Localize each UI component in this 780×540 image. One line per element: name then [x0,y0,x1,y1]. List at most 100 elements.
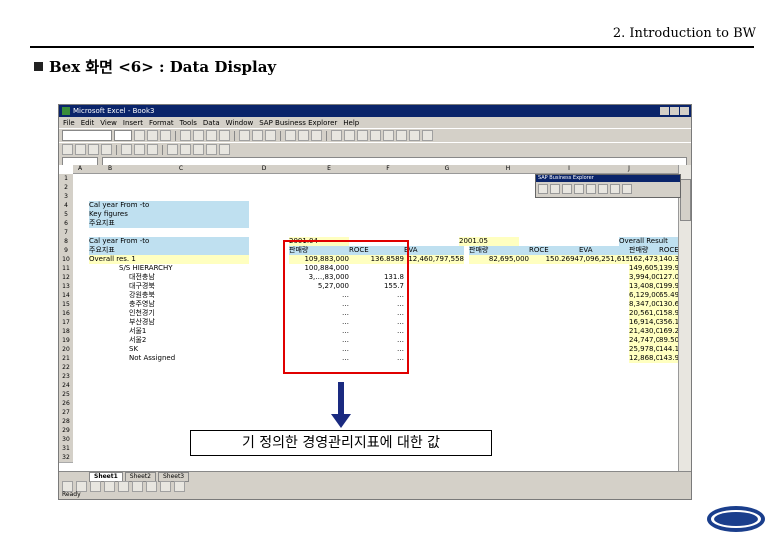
value-cell[interactable]: 7,096,251,615 [579,255,629,264]
autosum-icon[interactable] [193,144,204,155]
align-right-icon[interactable] [206,130,217,141]
column-header[interactable]: D [229,165,300,174]
column-header[interactable]: C [133,165,230,174]
column-header[interactable]: B [87,165,134,174]
column-header[interactable]: F [359,165,418,174]
chart-icon[interactable] [219,144,230,155]
borders-icon[interactable] [285,130,296,141]
column-header[interactable]: G [417,165,478,174]
column-header[interactable]: E [299,165,360,174]
bex-layout-icon[interactable] [383,130,394,141]
header-cell[interactable]: EVA [579,246,629,255]
header-cell[interactable]: Cal year From -to [89,237,249,246]
menu-window[interactable]: Window [226,119,254,127]
align-center-icon[interactable] [193,130,204,141]
value-cell[interactable]: 158.96 [659,309,679,318]
value-cell[interactable]: 24,747,000 [629,336,659,345]
value-cell[interactable]: 127.09 [659,273,679,282]
value-cell[interactable]: 130.64 [659,300,679,309]
value-cell[interactable]: 162,473,000 [629,255,659,264]
menu-sap-bex[interactable]: SAP Business Explorer [259,119,337,127]
row-label[interactable]: 서울2 [129,336,249,345]
minimize-icon[interactable] [660,107,669,115]
header-cell[interactable]: Overall Result [619,237,679,246]
percent-icon[interactable] [252,130,263,141]
bex-tools-query-icon[interactable] [598,184,608,194]
sort-icon[interactable] [206,144,217,155]
value-cell[interactable]: 21,430,000 [629,327,659,336]
menu-view[interactable]: View [100,119,117,127]
bex-toolbar-panel[interactable]: SAP Business Explorer [535,174,681,198]
header-cell[interactable]: EVA [404,246,464,255]
print-icon[interactable] [101,144,112,155]
value-cell[interactable]: 169.27 [659,327,679,336]
column-header[interactable]: J [599,165,660,174]
font-combo[interactable] [62,130,112,141]
row-label[interactable]: Not Assigned [129,354,249,363]
row-label[interactable]: 충주영남 [129,300,249,309]
header-cell[interactable]: 2001.05 [459,237,519,246]
bex-open-icon[interactable] [331,130,342,141]
italic-icon[interactable] [147,130,158,141]
header-cell[interactable]: ROCE [659,246,679,255]
font-size-combo[interactable] [114,130,132,141]
menu-edit[interactable]: Edit [81,119,95,127]
row-label[interactable]: 대구경북 [129,282,249,291]
header-cell[interactable]: 주요지표 [89,246,249,255]
bex-layout-query-icon[interactable] [586,184,596,194]
value-cell[interactable]: 149,605,000 [629,264,659,273]
header-cell[interactable]: 판매량 [629,246,659,255]
restore-icon[interactable] [670,107,679,115]
value-cell[interactable]: 356.19 [659,318,679,327]
value-cell[interactable]: 143.96 [659,354,679,363]
align-left-icon[interactable] [180,130,191,141]
excel-titlebar[interactable]: Microsoft Excel - Book3 [59,105,691,117]
filter-cell[interactable]: 주요지표 [89,219,249,228]
currency-icon[interactable] [239,130,250,141]
close-icon[interactable] [680,107,689,115]
open-icon[interactable] [75,144,86,155]
value-cell[interactable]: 6,129,000 [629,291,659,300]
bex-save-icon[interactable] [344,130,355,141]
bex-settings-query-icon[interactable] [610,184,620,194]
value-cell[interactable]: 8,347,000 [629,300,659,309]
value-cell[interactable]: 144.11 [659,345,679,354]
value-cell[interactable]: 16,914,000 [629,318,659,327]
row-label[interactable]: 부산경남 [129,318,249,327]
fill-color-icon[interactable] [298,130,309,141]
bex-open-query-icon[interactable] [538,184,548,194]
row-header[interactable]: 32 [59,453,73,463]
row-label[interactable]: 인천경기 [129,309,249,318]
comma-icon[interactable] [265,130,276,141]
value-cell[interactable]: 3,994,000 [629,273,659,282]
column-header[interactable]: A [73,165,88,174]
row-label[interactable]: SK [129,345,249,354]
bex-settings-icon[interactable] [409,130,420,141]
bex-help-icon[interactable] [422,130,433,141]
row-label[interactable]: Overall res. 1 [89,255,249,264]
save-icon[interactable] [88,144,99,155]
scroll-thumb[interactable] [680,179,691,221]
row-label[interactable]: 대전충남 [129,273,249,282]
merge-icon[interactable] [219,130,230,141]
bex-back-query-icon[interactable] [574,184,584,194]
menu-file[interactable]: File [63,119,75,127]
menu-tools[interactable]: Tools [180,119,197,127]
new-icon[interactable] [62,144,73,155]
column-header[interactable]: I [539,165,600,174]
bex-save-query-icon[interactable] [550,184,560,194]
value-cell[interactable]: 199.90 [659,282,679,291]
bex-refresh-query-icon[interactable] [562,184,572,194]
bex-back-icon[interactable] [370,130,381,141]
row-label[interactable]: S/S HIERARCHY [119,264,249,273]
row-label[interactable]: 강원충북 [129,291,249,300]
value-cell[interactable]: 140.34 [659,255,679,264]
cut-icon[interactable] [121,144,132,155]
font-color-icon[interactable] [311,130,322,141]
value-cell[interactable]: 89.50 [659,336,679,345]
filter-cell[interactable]: Cal year From -to [89,201,249,210]
menu-help[interactable]: Help [343,119,359,127]
row-label[interactable]: 서울1 [129,327,249,336]
paste-icon[interactable] [147,144,158,155]
value-cell[interactable]: 20,561,000 [629,309,659,318]
